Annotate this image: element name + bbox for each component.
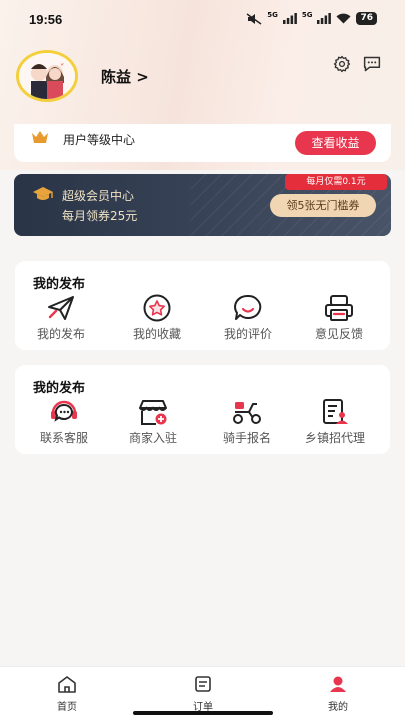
grid-item-my-posts[interactable]: 我的发布: [15, 294, 107, 342]
status-bar: 19:56 5G 5G 76: [0, 0, 405, 40]
tab-orders[interactable]: 订单: [168, 675, 238, 713]
username[interactable]: 陈益 >: [101, 66, 149, 87]
battery-indicator: 76: [356, 12, 377, 25]
grid-item-label: 乡镇招代理: [304, 431, 365, 445]
smile-bubble-icon: [234, 294, 262, 320]
grid-item-township-agent[interactable]: 乡镇招代理: [286, 398, 384, 446]
grid-item-label: 我的收藏: [132, 327, 181, 341]
grid-item-reviews[interactable]: 我的评价: [202, 294, 294, 342]
tab-label: 我的: [328, 702, 348, 713]
wifi-icon: [336, 13, 351, 24]
grid-item-label: 骑手报名: [222, 431, 271, 445]
level-center-label: 用户等级中心: [63, 133, 136, 147]
avatar[interactable]: [16, 50, 78, 102]
store-icon: [139, 400, 167, 425]
grid-item-label: 意见反馈: [314, 327, 363, 341]
signal-icon: [282, 13, 297, 24]
status-icons: 5G 5G 76: [246, 10, 377, 25]
user-icon: [330, 676, 346, 692]
avatar-image: [19, 53, 75, 99]
signal-icon-2: [317, 13, 332, 24]
grid-item-rider-signup[interactable]: 骑手报名: [201, 398, 293, 446]
gear-icon[interactable]: [333, 55, 351, 73]
vip-price-tag: 每月仅需0.1元: [285, 174, 387, 190]
printer-icon: [325, 295, 353, 321]
services-section: 我的发布 联系客服 商家入驻 骑手报名 乡镇招代理: [15, 365, 390, 454]
star-icon: [143, 294, 171, 322]
order-icon: [195, 676, 211, 692]
mute-icon: [246, 12, 262, 25]
tab-home[interactable]: 首页: [32, 675, 102, 713]
status-time: 19:56: [29, 12, 63, 27]
grid-item-label: 联系客服: [39, 431, 88, 445]
tab-label: 首页: [57, 702, 77, 713]
document-user-icon: [323, 399, 348, 424]
graduation-cap-icon: [33, 187, 53, 200]
claim-coupon-button[interactable]: 领5张无门槛券: [270, 194, 376, 217]
section-title: 我的发布: [33, 277, 86, 292]
grid-item-feedback[interactable]: 意见反馈: [293, 294, 385, 342]
grid-item-label: 我的发布: [36, 327, 85, 341]
vip-title: 超级会员中心: [62, 189, 135, 203]
headset-icon: [51, 400, 77, 422]
grid-item-favorites[interactable]: 我的收藏: [111, 294, 203, 342]
crown-icon: [32, 131, 48, 143]
level-center-card[interactable]: 用户等级中心 查看收益: [14, 124, 391, 162]
paper-plane-icon: [48, 296, 74, 320]
home-indicator: [133, 711, 273, 715]
tab-mine[interactable]: 我的: [303, 675, 373, 713]
vip-card[interactable]: 超级会员中心 每月领券25元 每月仅需0.1元 领5张无门槛券: [14, 174, 391, 236]
chat-bubble-icon[interactable]: [362, 55, 382, 73]
grid-item-customer-service[interactable]: 联系客服: [18, 398, 110, 446]
vip-subtitle: 每月领券25元: [62, 209, 138, 223]
section-grid: 我的发布 我的收藏 我的评价 意见反馈: [15, 294, 390, 344]
grid-item-merchant-join[interactable]: 商家入驻: [107, 398, 199, 446]
view-earnings-button[interactable]: 查看收益: [295, 131, 376, 155]
grid-item-label: 商家入驻: [128, 431, 177, 445]
signal-5g-label-2: 5G: [301, 10, 313, 19]
section-title: 我的发布: [33, 381, 86, 396]
signal-5g-label: 5G: [267, 10, 278, 19]
section-grid: 联系客服 商家入驻 骑手报名 乡镇招代理: [15, 398, 390, 448]
home-icon: [58, 676, 76, 693]
grid-item-label: 我的评价: [223, 327, 272, 341]
scooter-icon: [233, 402, 261, 424]
my-posts-section: 我的发布 我的发布 我的收藏 我的评价 意见反馈: [15, 261, 390, 350]
